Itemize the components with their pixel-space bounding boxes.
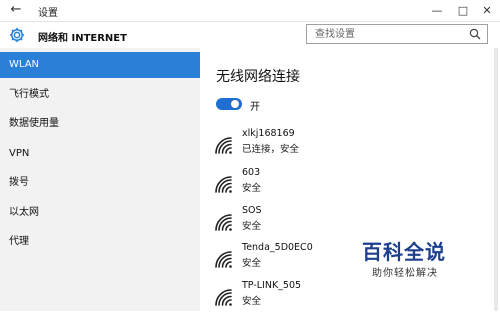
- toggle-knob: [231, 100, 239, 108]
- network-item[interactable]: SOS 安全: [214, 205, 474, 239]
- wifi-signal-icon: [215, 176, 232, 193]
- sidebar-item-ethernet[interactable]: 以太网: [0, 200, 200, 226]
- back-arrow-icon[interactable]: ←: [8, 2, 24, 18]
- network-status: 安全: [242, 296, 262, 307]
- sidebar-item-proxy[interactable]: 代理: [0, 229, 200, 255]
- watermark-subtitle: 助你轻松解决: [372, 268, 438, 279]
- sidebar-item-data-usage[interactable]: 数据使用量: [0, 111, 200, 137]
- section-title: 无线网络连接: [216, 69, 300, 85]
- wifi-signal-icon: [215, 289, 232, 306]
- network-status: 安全: [242, 183, 262, 194]
- network-status: 安全: [242, 258, 262, 269]
- sidebar-item-airplane-mode[interactable]: 飞行模式: [0, 82, 200, 108]
- search-input[interactable]: [313, 28, 467, 41]
- wifi-signal-icon: [215, 251, 232, 268]
- wifi-signal-icon: [215, 214, 232, 231]
- network-item[interactable]: TP-LINK_505 安全: [214, 280, 474, 314]
- network-name: 603: [242, 167, 261, 178]
- wifi-signal-icon: [215, 137, 232, 154]
- search-icon[interactable]: [469, 28, 481, 40]
- close-button[interactable]: ✕: [474, 0, 500, 21]
- main-panel: 无线网络连接 开 xlkj168169 已连接，安全 603 安全 SOS 安全: [200, 48, 500, 311]
- network-name: Tenda_5D0EC0: [242, 242, 313, 253]
- maximize-button[interactable]: □: [450, 0, 476, 21]
- sidebar-item-wlan[interactable]: WLAN: [0, 52, 200, 78]
- search-box[interactable]: [306, 24, 488, 44]
- network-name: SOS: [242, 205, 262, 216]
- watermark-title: 百科全说: [362, 240, 446, 264]
- minimize-button[interactable]: —: [424, 0, 450, 21]
- network-status: 已连接，安全: [242, 144, 300, 155]
- network-item[interactable]: xlkj168169 已连接，安全: [214, 128, 474, 162]
- network-item[interactable]: 603 安全: [214, 167, 474, 201]
- sidebar-item-dialup[interactable]: 拨号: [0, 170, 200, 196]
- network-name: xlkj168169: [242, 128, 295, 139]
- network-status: 安全: [242, 221, 262, 232]
- sidebar-item-vpn[interactable]: VPN: [0, 141, 200, 167]
- wifi-toggle[interactable]: [216, 98, 242, 110]
- window-title: 设置: [38, 8, 58, 19]
- gear-icon: [9, 27, 25, 43]
- scrollbar[interactable]: [494, 48, 498, 311]
- title-bar: ← 设置 — □ ✕: [0, 0, 500, 22]
- toggle-label: 开: [250, 102, 260, 113]
- network-name: TP-LINK_505: [242, 280, 302, 291]
- page-title: 网络和 INTERNET: [38, 33, 127, 44]
- sidebar: WLAN 飞行模式 数据使用量 VPN 拨号 以太网 代理: [0, 48, 200, 311]
